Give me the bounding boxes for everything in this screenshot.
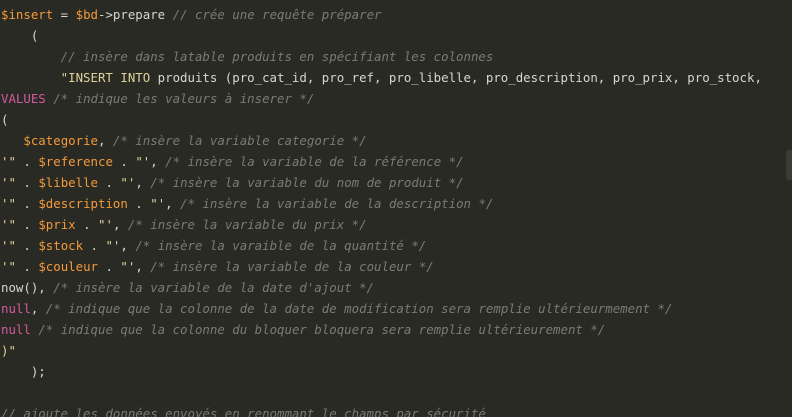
code-area[interactable]: $insert = $bd->prepare // crée une requê… <box>1 4 762 417</box>
code-token: $stock <box>38 238 84 253</box>
code-token: . <box>15 238 39 253</box>
code-token: . <box>112 154 136 169</box>
code-line: ); <box>1 361 762 382</box>
code-token: /* indique que la colonne de la date de … <box>45 301 673 316</box>
code-line: )" <box>1 340 762 361</box>
code-token: // insère dans latable produits en spéci… <box>1 49 494 64</box>
code-token: /* insère la variable de la couleur */ <box>150 259 434 274</box>
code-line: '" . $reference . "', /* insère la varia… <box>1 151 762 172</box>
code-token: $libelle <box>38 175 98 190</box>
code-token: null <box>1 322 31 337</box>
code-token: '" <box>1 154 16 169</box>
code-token: '" <box>1 217 16 232</box>
code-line: $insert = $bd->prepare // crée une requê… <box>1 4 762 25</box>
code-line: null, /* indique que la colonne de la da… <box>1 298 762 319</box>
code-token: , <box>98 133 113 148</box>
code-token: , <box>135 175 151 190</box>
code-token: . <box>98 175 121 190</box>
code-token: "' <box>135 154 151 169</box>
code-token: // ajoute les données envoyés en renomma… <box>1 406 486 417</box>
code-token: '" <box>1 175 16 190</box>
code-token: $description <box>38 196 128 211</box>
code-token: , <box>30 301 46 316</box>
code-token: , <box>120 238 136 253</box>
code-token: null <box>1 301 31 316</box>
code-token: . <box>83 238 106 253</box>
code-token: /* indique les valeurs à inserer */ <box>45 91 315 106</box>
code-token: ( <box>1 28 39 43</box>
code-token: /* insère la variable de la date d'ajout… <box>53 280 374 295</box>
code-token: /* insère la variable categorie */ <box>112 133 367 148</box>
code-token: "' <box>98 217 113 232</box>
code-line: '" . $stock . "', /* insère la varaible … <box>1 235 762 256</box>
code-token: /* insère la variable de la référence */ <box>165 154 464 169</box>
code-token: . <box>127 196 151 211</box>
code-token: $bd <box>75 7 98 22</box>
code-line: null /* indique que la colonne du bloque… <box>1 319 762 340</box>
code-token: )" <box>1 343 16 358</box>
code-token: now(), <box>1 280 54 295</box>
code-token: = <box>53 7 76 22</box>
code-token: $couleur <box>38 259 98 274</box>
code-token: $prix <box>38 217 76 232</box>
code-token: ->prepare <box>98 7 173 22</box>
code-token: /* indique que la colonne du bloquer blo… <box>38 322 606 337</box>
code-token: ( <box>1 112 9 127</box>
code-token: '" <box>1 259 16 274</box>
code-line: $categorie, /* insère la variable catego… <box>1 130 762 151</box>
code-token: '" <box>1 196 16 211</box>
code-token: . <box>15 259 39 274</box>
code-token: // crée une requête préparer <box>172 7 382 22</box>
code-token: . <box>15 196 39 211</box>
code-editor[interactable]: $insert = $bd->prepare // crée une requê… <box>0 0 792 417</box>
code-line: '" . $couleur . "', /* insère la variabl… <box>1 256 762 277</box>
code-token: . <box>15 154 39 169</box>
code-token: , <box>112 217 128 232</box>
code-line: '" . $libelle . "', /* insère la variabl… <box>1 172 762 193</box>
code-token: '" <box>1 238 16 253</box>
code-token: "' <box>105 238 121 253</box>
code-token: . <box>98 259 121 274</box>
code-line: ( <box>1 109 762 130</box>
code-line: // insère dans latable produits en spéci… <box>1 46 762 67</box>
code-token: $categorie <box>23 133 98 148</box>
code-token: $reference <box>38 154 113 169</box>
code-line: VALUES /* indique les valeurs à inserer … <box>1 88 762 109</box>
code-line: "INSERT INTO produits (pro_cat_id, pro_r… <box>1 67 762 88</box>
code-token: "' <box>120 175 136 190</box>
code-line: '" . $prix . "', /* insère la variable d… <box>1 214 762 235</box>
code-line: // ajoute les données envoyés en renomma… <box>1 403 762 417</box>
code-token: . <box>75 217 99 232</box>
code-token: . <box>15 175 39 190</box>
code-token: $insert <box>1 7 54 22</box>
code-line: '" . $description . "', /* insère la var… <box>1 193 762 214</box>
code-token: "INSERT INTO <box>1 70 158 85</box>
code-token: "' <box>120 259 136 274</box>
code-line: ( <box>1 25 762 46</box>
code-token: . <box>15 217 39 232</box>
code-line: now(), /* insère la variable de la date … <box>1 277 762 298</box>
code-token: /* insère la variable du prix */ <box>127 217 367 232</box>
code-token: VALUES <box>1 91 46 106</box>
code-token: ); <box>1 364 46 379</box>
code-token: , <box>150 154 166 169</box>
code-token: /* insère la variable du nom de produit … <box>150 175 464 190</box>
code-token: /* insère la variable de la description … <box>180 196 494 211</box>
code-token: , <box>135 259 151 274</box>
scrollbar-marker[interactable] <box>786 150 792 180</box>
code-token: produits (pro_cat_id, pro_ref, pro_libel… <box>157 70 762 85</box>
code-token: "' <box>150 196 166 211</box>
code-token: /* insère la varaible de la quantité */ <box>135 238 427 253</box>
code-token: , <box>165 196 181 211</box>
